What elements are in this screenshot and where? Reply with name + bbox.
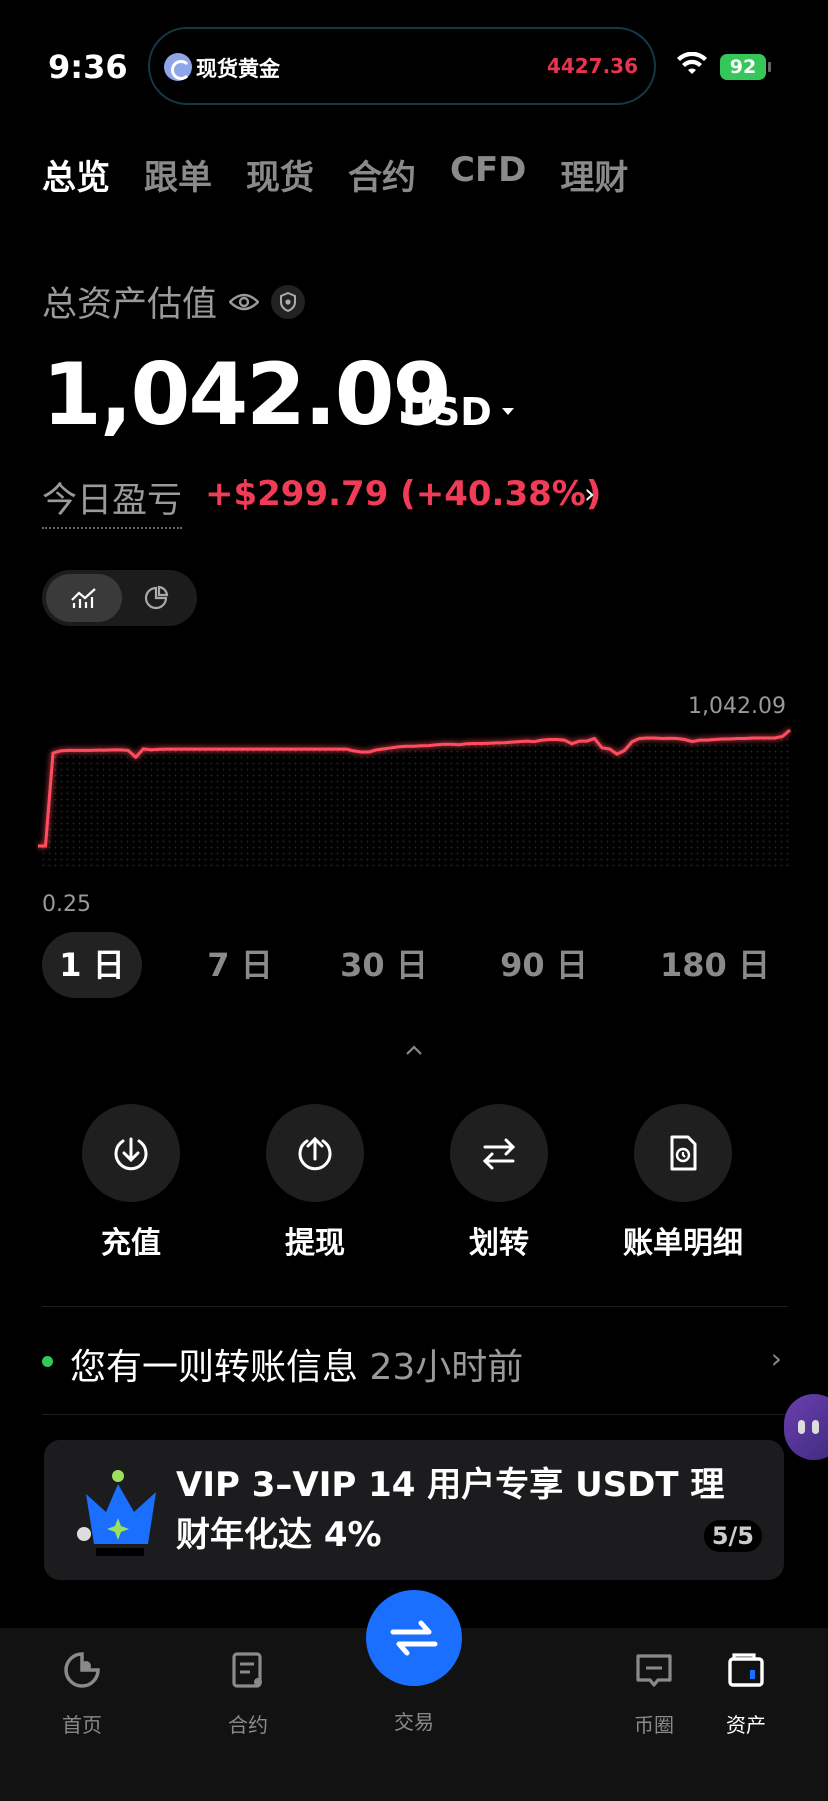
transfer-icon-circle bbox=[450, 1104, 548, 1202]
promo-banner[interactable]: VIP 3–VIP 14 用户专享 USDT 理财年化达 4% 5/5 bbox=[44, 1440, 784, 1580]
nav-assets[interactable]: 资产 bbox=[686, 1650, 806, 1738]
tab-overview[interactable]: 总览 bbox=[42, 150, 110, 199]
time-range-selector: 1 日 7 日 30 日 90 日 180 日 bbox=[42, 932, 788, 998]
range-90d[interactable]: 90 日 bbox=[474, 932, 614, 998]
chevron-right-icon[interactable]: › bbox=[584, 477, 595, 510]
bill-details-button[interactable]: 账单明细 bbox=[588, 1104, 778, 1262]
today-pnl-value: +$299.79 (+40.38%) bbox=[205, 474, 602, 514]
deposit-button[interactable]: 充值 bbox=[36, 1104, 226, 1262]
wallet-icon bbox=[728, 1653, 764, 1687]
range-7d[interactable]: 7 日 bbox=[180, 932, 300, 998]
bill-icon-circle bbox=[634, 1104, 732, 1202]
status-bar: 9:36 现货黄金 4427.36 92 bbox=[0, 0, 828, 130]
nav-contract-label: 合约 bbox=[228, 1713, 268, 1737]
contract-icon bbox=[232, 1652, 262, 1688]
tab-spot[interactable]: 现货 bbox=[246, 150, 314, 199]
chevron-right-icon: › bbox=[770, 1342, 782, 1375]
wifi-icon bbox=[677, 52, 707, 74]
bill-details-label: 账单明细 bbox=[623, 1226, 743, 1261]
withdraw-button[interactable]: 提现 bbox=[220, 1104, 410, 1262]
range-30d[interactable]: 30 日 bbox=[314, 932, 454, 998]
nav-trade-label: 交易 bbox=[394, 1710, 434, 1734]
line-chart-toggle[interactable] bbox=[46, 574, 122, 622]
promo-text: VIP 3–VIP 14 用户专享 USDT 理财年化达 4% bbox=[176, 1465, 725, 1555]
caret-down-icon[interactable] bbox=[502, 408, 514, 415]
currency-selector[interactable]: USD bbox=[402, 390, 492, 434]
asset-line-chart[interactable] bbox=[36, 690, 792, 930]
transfer-label: 划转 bbox=[469, 1226, 529, 1261]
divider bbox=[42, 1414, 788, 1415]
clock: 9:36 bbox=[48, 48, 128, 86]
feed-icon bbox=[636, 1654, 672, 1687]
bill-icon bbox=[670, 1135, 697, 1171]
total-asset-label: 总资产估值 bbox=[42, 285, 218, 325]
pie-chart-toggle[interactable] bbox=[118, 574, 194, 622]
deposit-label: 充值 bbox=[101, 1226, 161, 1261]
withdraw-icon bbox=[298, 1136, 332, 1171]
assistant-bubble-icon[interactable] bbox=[784, 1394, 828, 1460]
transfer-icon bbox=[482, 1138, 516, 1170]
divider bbox=[42, 1306, 788, 1307]
nav-home[interactable]: 首页 bbox=[22, 1650, 142, 1738]
range-1d[interactable]: 1 日 bbox=[42, 932, 142, 998]
tab-copy-trading[interactable]: 跟单 bbox=[144, 150, 212, 199]
trade-button[interactable] bbox=[366, 1590, 462, 1686]
withdraw-icon-circle bbox=[266, 1104, 364, 1202]
total-asset-value: 1,042.09 bbox=[42, 345, 452, 445]
range-180d[interactable]: 180 日 bbox=[642, 932, 788, 998]
chart-type-toggle bbox=[42, 570, 197, 626]
pie-chart-icon bbox=[144, 585, 169, 610]
chart-min-label: 0.25 bbox=[42, 892, 91, 917]
transfer-notice[interactable]: 您有一则转账信息 23小时前 › bbox=[42, 1336, 788, 1388]
quick-actions: 充值 提现 划转 账单明细 bbox=[36, 1104, 792, 1264]
line-chart-icon bbox=[71, 588, 96, 608]
transfer-button[interactable]: 划转 bbox=[404, 1104, 594, 1262]
tab-earn[interactable]: 理财 bbox=[560, 150, 628, 199]
nav-home-label: 首页 bbox=[62, 1713, 102, 1737]
live-activity-island[interactable]: 现货黄金 4427.36 bbox=[148, 27, 656, 105]
total-asset-label-row: 总资产估值 bbox=[42, 276, 306, 327]
shield-icon[interactable] bbox=[271, 284, 306, 319]
chevron-up-icon[interactable] bbox=[404, 1040, 424, 1060]
notice-message: 您有一则转账信息 bbox=[70, 1347, 359, 1388]
eye-icon[interactable] bbox=[229, 292, 260, 312]
notice-text: 您有一则转账信息 23小时前 bbox=[70, 1338, 523, 1390]
gold-ticker-price: 4427.36 bbox=[546, 54, 638, 78]
notice-time: 23小时前 bbox=[369, 1347, 524, 1388]
deposit-icon bbox=[114, 1137, 148, 1171]
today-pnl-label[interactable]: 今日盈亏 bbox=[42, 472, 183, 529]
unread-dot bbox=[42, 1356, 53, 1367]
deposit-icon-circle bbox=[82, 1104, 180, 1202]
nav-assets-label: 资产 bbox=[726, 1713, 766, 1737]
banner-pager: 5/5 bbox=[703, 1520, 762, 1552]
home-icon bbox=[64, 1652, 100, 1688]
nav-contract[interactable]: 合约 bbox=[188, 1650, 308, 1738]
withdraw-label: 提现 bbox=[285, 1226, 345, 1261]
battery-indicator: 92 bbox=[720, 54, 771, 80]
gold-ticker-icon bbox=[164, 53, 192, 81]
asset-tabs: 总览 跟单 现货 合约 CFD 理财 bbox=[42, 150, 628, 199]
trade-icon bbox=[390, 1620, 438, 1656]
gold-ticker-label: 现货黄金 bbox=[196, 57, 280, 81]
tab-cfd[interactable]: CFD bbox=[450, 150, 526, 199]
tab-futures[interactable]: 合约 bbox=[348, 150, 416, 199]
